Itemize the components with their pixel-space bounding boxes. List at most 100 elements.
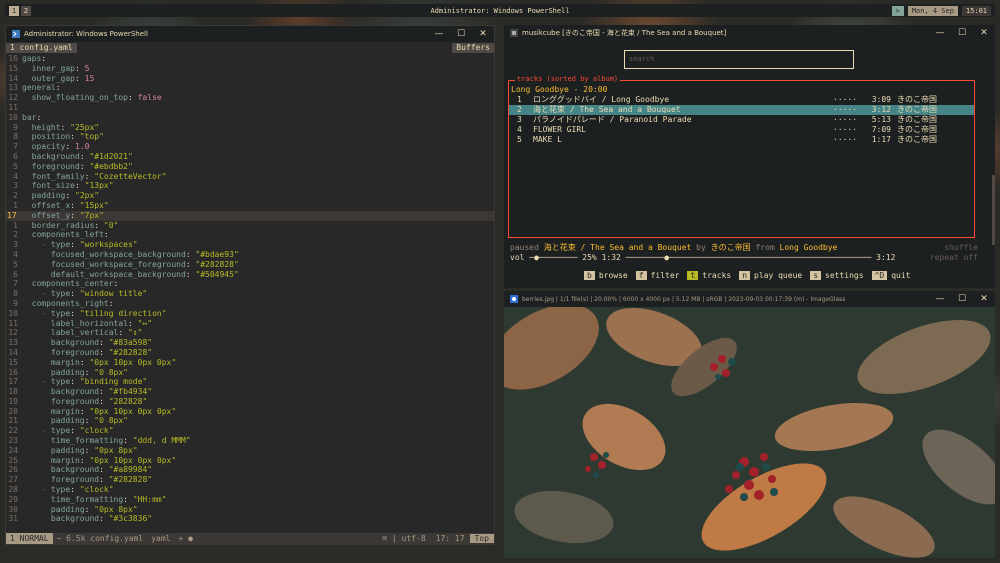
editor-line[interactable]: 29 time_formatting: "HH:mm" bbox=[6, 495, 494, 505]
editor-line[interactable]: 12 label_vertical: "↕" bbox=[6, 328, 494, 338]
minimize-icon[interactable]: — bbox=[929, 291, 951, 307]
repeat-toggle[interactable]: repeat off bbox=[930, 253, 978, 263]
scrollbar[interactable] bbox=[992, 175, 995, 245]
editor-line[interactable]: 14 foreground: "#282828" bbox=[6, 348, 494, 358]
editor-line[interactable]: 13 general: bbox=[6, 83, 494, 93]
musikcube-titlebar[interactable]: musikcube [きのこ帝国 - 海と花束 / The Sea and a … bbox=[504, 25, 995, 41]
powershell-titlebar[interactable]: Administrator: Windows PowerShell — ☐ ✕ bbox=[6, 26, 494, 42]
line-number: 3 bbox=[13, 240, 18, 250]
editor-line[interactable]: 26 background: "#a89984" bbox=[6, 465, 494, 475]
editor-line[interactable]: 5 focused_workspace_foreground: "#282828… bbox=[6, 260, 494, 270]
editor-line[interactable]: 21 padding: "0 8px" bbox=[6, 416, 494, 426]
line-text: gaps: bbox=[22, 54, 47, 63]
berries-photo[interactable] bbox=[504, 307, 995, 558]
editor-line[interactable]: 15 inner_gap: 5 bbox=[6, 64, 494, 74]
editor-line[interactable]: 8 - type: "window title" bbox=[6, 289, 494, 299]
menu-item-quit[interactable]: ^D quit bbox=[871, 271, 911, 281]
line-text: focused_workspace_background: "#bdae93" bbox=[50, 249, 239, 259]
editor-line[interactable]: 16 padding: "0 8px" bbox=[6, 368, 494, 378]
close-icon[interactable]: ✕ bbox=[973, 25, 995, 41]
editor-line[interactable]: 18 background: "#fb4934" bbox=[6, 387, 494, 397]
editor-line[interactable]: 1 offset_x: "15px" bbox=[6, 201, 494, 211]
editor-line[interactable]: 1 border_radius: "0" bbox=[6, 221, 494, 231]
search-input[interactable]: search bbox=[624, 50, 854, 69]
line-number: 14 bbox=[8, 73, 18, 83]
track-artist: きのこ帝国 bbox=[897, 105, 937, 114]
editor-line[interactable]: 10 bar: bbox=[6, 113, 494, 123]
editor-line[interactable]: 30 padding: "0px 8px" bbox=[6, 505, 494, 515]
volume-slider[interactable]: ─●──────── bbox=[529, 253, 577, 263]
line-number: 11 bbox=[8, 318, 18, 328]
close-icon[interactable]: ✕ bbox=[472, 26, 494, 42]
workspace-2[interactable]: 2 bbox=[21, 5, 31, 16]
np-album: Long Goodbye bbox=[779, 243, 838, 252]
editor-line[interactable]: 13 background: "#83a598" bbox=[6, 338, 494, 348]
editor-line[interactable]: 31 background: "#3c3836" bbox=[6, 514, 494, 524]
editor-line[interactable]: 17 - type: "binding mode" bbox=[6, 377, 494, 387]
editor-line[interactable]: 25 margin: "0px 10px 0px 0px" bbox=[6, 456, 494, 466]
editor-line[interactable]: 9 height: "25px" bbox=[6, 123, 494, 133]
editor-line[interactable]: 27 foreground: "#282828" bbox=[6, 475, 494, 485]
editor-line[interactable]: 16 gaps: bbox=[6, 54, 494, 64]
editor-line[interactable]: 4 font_family: "CozetteVector" bbox=[6, 172, 494, 182]
editor-line[interactable]: 22 - type: "clock" bbox=[6, 426, 494, 436]
workspace-1[interactable]: 1 bbox=[9, 5, 19, 16]
np-title: 海と花束 / The Sea and a Bouquet bbox=[543, 243, 692, 252]
menu-item-play-queue[interactable]: n play queue bbox=[739, 271, 802, 281]
editor-line[interactable]: 17 offset_y: "7px" bbox=[6, 210, 494, 221]
editor-line[interactable]: 11 bbox=[6, 103, 494, 113]
musikcube-title: musikcube [きのこ帝国 - 海と花束 / The Sea and a … bbox=[522, 29, 727, 37]
line-text: - type: "window title" bbox=[41, 289, 148, 299]
menu-item-tracks[interactable]: t tracks bbox=[687, 271, 731, 281]
editor-line[interactable]: 23 time_formatting: "ddd, d MMM" bbox=[6, 436, 494, 446]
editor-line[interactable]: 5 foreground: "#ebdbb2" bbox=[6, 162, 494, 172]
maximize-icon[interactable]: ☐ bbox=[951, 291, 973, 307]
maximize-icon[interactable]: ☐ bbox=[450, 26, 472, 42]
editor-line[interactable]: 7 opacity: 1.0 bbox=[6, 142, 494, 152]
line-number: 18 bbox=[8, 387, 18, 397]
menu-item-settings[interactable]: s settings bbox=[810, 271, 864, 281]
track-row[interactable]: 5 MAKE L ····· 1:17 きのこ帝国 bbox=[509, 135, 974, 145]
editor-line[interactable]: 2 padding: "2px" bbox=[6, 191, 494, 201]
tab-config-yaml[interactable]: 1 config.yaml bbox=[6, 42, 77, 53]
menu-item-browse[interactable]: b browse bbox=[584, 271, 628, 281]
editor-line[interactable]: 3 - type: "workspaces" bbox=[6, 240, 494, 250]
minimize-icon[interactable]: — bbox=[428, 26, 450, 42]
editor-line[interactable]: 14 outer_gap: 15 bbox=[6, 74, 494, 84]
close-icon[interactable]: ✕ bbox=[973, 291, 995, 307]
line-number: 4 bbox=[13, 249, 18, 259]
track-row[interactable]: 4 FLOWER GIRL ····· 7:09 きのこ帝国 bbox=[509, 125, 974, 135]
imageglass-titlebar[interactable]: berries.jpg | 1/1 file(s) | 20.00% | 600… bbox=[504, 291, 995, 307]
editor-line[interactable]: 28 - type: "clock" bbox=[6, 485, 494, 495]
menu-label: quit bbox=[891, 271, 911, 280]
editor-line[interactable]: 12 show_floating_on_top: false bbox=[6, 93, 494, 103]
editor-line[interactable]: 24 padding: "0px 8px" bbox=[6, 446, 494, 456]
editor-line[interactable]: 10 - type: "tiling direction" bbox=[6, 309, 494, 319]
editor-line[interactable]: 8 position: "top" bbox=[6, 132, 494, 142]
editor-line[interactable]: 6 background: "#1d2021" bbox=[6, 152, 494, 162]
maximize-icon[interactable]: ☐ bbox=[951, 25, 973, 41]
tiling-direction[interactable]: > bbox=[891, 5, 904, 16]
shuffle-toggle[interactable]: shuffle bbox=[944, 243, 978, 253]
editor-line[interactable]: 2 components_left: bbox=[6, 230, 494, 240]
workspaces: 1 2 bbox=[5, 5, 31, 16]
menu-item-filter[interactable]: f filter bbox=[635, 271, 679, 281]
editor-line[interactable]: 3 font_size: "13px" bbox=[6, 181, 494, 191]
editor-line[interactable]: 11 label_horizontal: "↔" bbox=[6, 319, 494, 329]
editor-line[interactable]: 19 foreground: "282828" bbox=[6, 397, 494, 407]
editor-line[interactable]: 9 components_right: bbox=[6, 299, 494, 309]
track-row[interactable]: 2 海と花束 / The Sea and a Bouquet ····· 3:12 きの… bbox=[509, 105, 974, 115]
line-number: 2 bbox=[13, 230, 18, 240]
editor-line[interactable]: 15 margin: "0px 10px 0px 0px" bbox=[6, 358, 494, 368]
editor-text[interactable]: 16 gaps: 15 inner_gap: 5 14 outer_gap: 15 13… bbox=[6, 53, 494, 524]
editor-line[interactable]: 4 focused_workspace_background: "#bdae93… bbox=[6, 250, 494, 260]
minimize-icon[interactable]: — bbox=[929, 25, 951, 41]
track-row[interactable]: 3 パラノイドパレード / Paranoid Parade ····· 5:13 きのこ… bbox=[509, 115, 974, 125]
editor-line[interactable]: 7 components_center: bbox=[6, 279, 494, 289]
progress-slider[interactable]: ────────●───────────────────────────────… bbox=[626, 253, 872, 263]
track-row[interactable]: 1 ロンググッドバイ / Long Goodbye ····· 3:09 きのこ帝国 bbox=[509, 95, 974, 105]
editor-line[interactable]: 6 default_workspace_background: "#504945… bbox=[6, 270, 494, 280]
editor-line[interactable]: 20 margin: "0px 10px 0px 0px" bbox=[6, 407, 494, 417]
line-text: components_center: bbox=[31, 279, 119, 289]
track-dots: ····· bbox=[833, 105, 858, 114]
